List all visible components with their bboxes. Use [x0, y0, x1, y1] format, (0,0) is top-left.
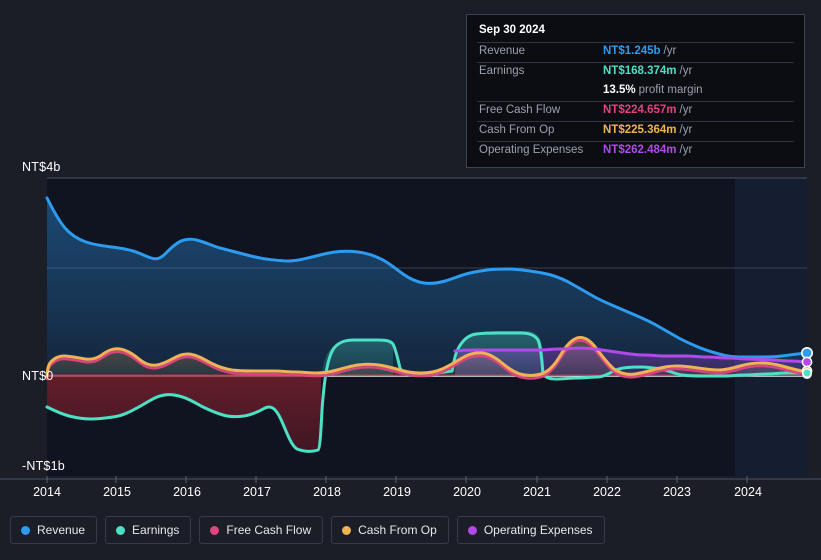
x-axis-label-2017: 2017: [243, 485, 271, 499]
x-axis-label-2024: 2024: [734, 485, 762, 499]
tooltip-row-operating-expenses: Operating Expenses NT$262.484m /yr: [477, 141, 794, 161]
x-axis-label-2023: 2023: [663, 485, 691, 499]
legend-item-revenue[interactable]: Revenue: [10, 516, 98, 544]
tooltip-value-revenue: NT$1.245b: [603, 45, 661, 57]
x-axis-label-2015: 2015: [103, 485, 131, 499]
y-axis-label-bottom: -NT$1b: [22, 459, 65, 473]
x-axis-label-2018: 2018: [313, 485, 341, 499]
legend-label-operating-expenses: Operating Expenses: [483, 523, 593, 537]
revenue-endpoint-marker: [800, 346, 813, 359]
tooltip-date: Sep 30 2024: [479, 24, 545, 36]
legend-item-free-cash-flow[interactable]: Free Cash Flow: [199, 516, 324, 544]
earnings-color-dot-icon: [116, 525, 126, 535]
tooltip-key-revenue: Revenue: [479, 45, 526, 57]
tooltip-unit-operating-expenses: /yr: [679, 144, 693, 156]
tooltip-unit-free-cash-flow: /yr: [679, 104, 693, 116]
financial-chart-page: NT$4b NT$0 -NT$1b 2014 2015 2016 2017 20…: [0, 0, 821, 560]
tooltip-row-revenue: Revenue NT$1.245b /yr: [477, 42, 794, 62]
legend-label-earnings: Earnings: [132, 523, 180, 537]
tooltip-key-cash-from-op: Cash From Op: [479, 124, 555, 136]
x-axis-label-2016: 2016: [173, 485, 201, 499]
free-cash-flow-color-dot-icon: [210, 525, 220, 535]
tooltip-value-earnings: NT$168.374m: [603, 65, 677, 77]
tooltip-value-cash-from-op: NT$225.364m: [603, 124, 677, 136]
tooltip-value-free-cash-flow: NT$224.657m: [603, 104, 677, 116]
operating-expenses-color-dot-icon: [467, 525, 477, 535]
tooltip-unit-revenue: /yr: [663, 45, 677, 57]
x-axis-label-2014: 2014: [33, 485, 61, 499]
tooltip-value-operating-expenses: NT$262.484m: [603, 144, 677, 156]
tooltip-unit-earnings: /yr: [679, 65, 693, 77]
x-axis-label-2019: 2019: [383, 485, 411, 499]
tooltip-row-free-cash-flow: Free Cash Flow NT$224.657m /yr: [477, 101, 794, 121]
tooltip-value-profit-margin: 13.5%: [603, 84, 636, 96]
cash-from-op-color-dot-icon: [342, 525, 352, 535]
earnings-endpoint-marker: [802, 368, 812, 378]
tooltip-key-operating-expenses: Operating Expenses: [479, 144, 584, 156]
legend-item-earnings[interactable]: Earnings: [105, 516, 192, 544]
chart-legend: Revenue Earnings Free Cash Flow Cash Fro…: [10, 516, 605, 544]
legend-label-cash-from-op: Cash From Op: [358, 523, 437, 537]
y-axis-label-zero: NT$0: [22, 369, 54, 383]
recent-period-band: [735, 178, 807, 476]
x-axis-label-2020: 2020: [453, 485, 481, 499]
chart-tooltip: Sep 30 2024 Revenue NT$1.245b /yr Earnin…: [466, 14, 805, 168]
legend-item-cash-from-op[interactable]: Cash From Op: [331, 516, 449, 544]
tooltip-key-free-cash-flow: Free Cash Flow: [479, 104, 561, 116]
legend-item-operating-expenses[interactable]: Operating Expenses: [456, 516, 605, 544]
tooltip-unit-cash-from-op: /yr: [679, 124, 693, 136]
revenue-color-dot-icon: [21, 525, 30, 535]
x-axis-label-2021: 2021: [523, 485, 551, 499]
x-axis-label-2022: 2022: [593, 485, 621, 499]
tooltip-row-profit-margin: 13.5% profit margin: [477, 82, 794, 101]
operating-expenses-endpoint-marker: [801, 356, 813, 368]
tooltip-unit-profit-margin: profit margin: [638, 84, 703, 96]
legend-label-free-cash-flow: Free Cash Flow: [226, 523, 312, 537]
tooltip-row-cash-from-op: Cash From Op NT$225.364m /yr: [477, 121, 794, 141]
tooltip-key-earnings: Earnings: [479, 65, 525, 77]
tooltip-row-earnings: Earnings NT$168.374m /yr: [477, 62, 794, 82]
y-axis-label-top: NT$4b: [22, 160, 61, 174]
legend-label-revenue: Revenue: [37, 523, 86, 537]
